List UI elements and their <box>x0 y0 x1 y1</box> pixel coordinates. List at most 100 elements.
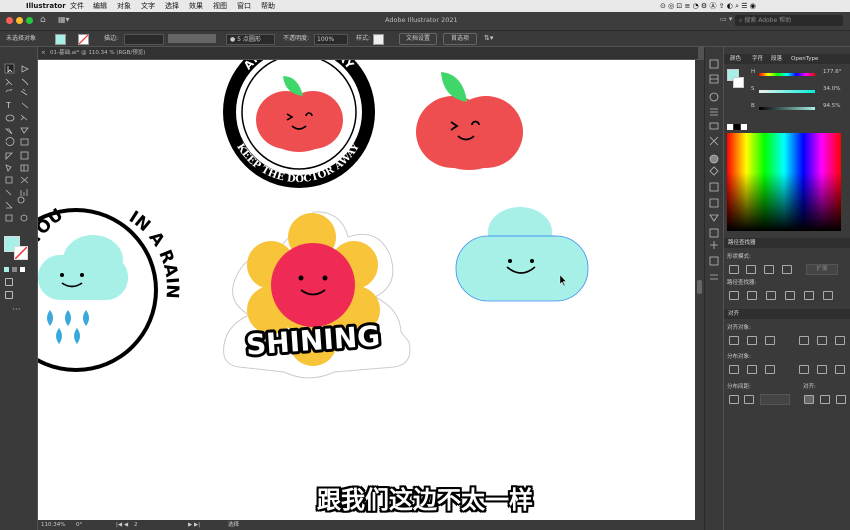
b-value[interactable]: 94.5% <box>823 103 840 109</box>
b-slider[interactable] <box>759 107 815 110</box>
none-swatch[interactable] <box>727 124 733 130</box>
apple-illustration[interactable] <box>416 72 523 170</box>
tab-color[interactable]: 颜色 <box>730 54 741 64</box>
document-tab[interactable]: 01-基础.ai* @ 110.34 % (RGB/预览) <box>50 47 145 59</box>
intersect-button[interactable] <box>764 265 774 274</box>
variable-width-profile[interactable] <box>168 34 216 43</box>
document-setup-button[interactable]: 文档设置 <box>399 33 437 45</box>
brush-select[interactable]: ● 5 点圆形 <box>226 34 275 45</box>
tab-character[interactable]: 字符 <box>752 54 763 64</box>
rain-badge[interactable]: SEE YOU IN A RAIN <box>38 205 182 372</box>
zoom-window-icon[interactable] <box>26 17 33 24</box>
distribute-right-button[interactable] <box>835 365 845 374</box>
align-hcenter-button[interactable] <box>747 336 757 345</box>
preferences-button[interactable]: 首选项 <box>443 33 477 45</box>
menu-view[interactable]: 视图 <box>213 0 227 12</box>
rotation-value[interactable]: 0° <box>76 520 82 530</box>
menu-effect[interactable]: 效果 <box>189 0 203 12</box>
minus-front-button[interactable] <box>746 265 756 274</box>
outline-button[interactable] <box>804 291 814 300</box>
menu-file[interactable]: 文件 <box>70 0 84 12</box>
control-bar: 未选择对象 描边: ● 5 点圆形 不透明度: 100% 样式: 文档设置 首选… <box>0 31 850 46</box>
align-top-button[interactable] <box>799 336 809 345</box>
close-tab-icon[interactable]: × <box>41 47 46 59</box>
minimize-window-icon[interactable] <box>16 17 23 24</box>
arrange-icon[interactable]: ⇅▾ <box>484 31 493 46</box>
color-stroke-swatch[interactable] <box>733 77 744 88</box>
screen-mode-icon[interactable] <box>5 291 13 299</box>
divide-button[interactable] <box>729 291 739 300</box>
align-left-button[interactable] <box>729 336 739 345</box>
opacity-input[interactable]: 100% <box>314 34 348 45</box>
menu-type[interactable]: 文字 <box>141 0 155 12</box>
stroke-color-box[interactable] <box>14 246 28 260</box>
zoom-level[interactable]: 110.34% <box>41 520 65 530</box>
s-slider[interactable] <box>759 90 815 93</box>
align-vcenter-button[interactable] <box>817 336 827 345</box>
style-swatch[interactable] <box>373 34 384 45</box>
distribute-hcenter-button[interactable] <box>817 365 827 374</box>
menu-app[interactable]: Illustrator <box>26 0 66 12</box>
pathfinder-title[interactable]: 路径查找器 <box>728 238 756 248</box>
tools-icons: T <box>4 63 29 222</box>
close-window-icon[interactable] <box>6 17 13 24</box>
apple-badge[interactable]: AN APPLE A DAY KEEP THE DOCTOR AWAY <box>223 60 375 188</box>
status-bar: 110.34% 0° |◀ ◀ 2 ▶ ▶| 选择 <box>38 520 704 530</box>
none-mode-icon[interactable] <box>20 267 25 272</box>
artboard-nav-next-icon[interactable]: ▶ ▶| <box>188 520 200 530</box>
minus-back-button[interactable] <box>823 291 833 300</box>
expand-button[interactable]: 扩展 <box>806 264 838 275</box>
stroke-swatch[interactable] <box>78 34 89 45</box>
cloud-illustration[interactable] <box>455 207 589 302</box>
more-tools-icon[interactable]: ··· <box>12 305 21 315</box>
color-mode-icon[interactable] <box>4 267 9 272</box>
workspace-icon[interactable]: ▦▾ <box>58 15 70 24</box>
shining-sticker[interactable]: SHINING SHINING <box>223 211 411 379</box>
white-swatch[interactable] <box>741 124 747 130</box>
align-right-button[interactable] <box>765 336 775 345</box>
tab-paragraph[interactable]: 段落 <box>771 54 782 64</box>
align-to-artboard-button[interactable] <box>836 395 846 404</box>
s-value[interactable]: 34.0% <box>823 86 840 92</box>
color-spectrum[interactable] <box>727 133 841 231</box>
crop-button[interactable] <box>785 291 795 300</box>
align-bottom-button[interactable] <box>835 336 845 345</box>
horizontal-spacing-button[interactable] <box>744 395 754 404</box>
vertical-spacing-button[interactable] <box>729 395 739 404</box>
tab-opentype[interactable]: OpenType <box>791 54 818 64</box>
stroke-weight-input[interactable] <box>124 34 164 45</box>
menu-help[interactable]: 帮助 <box>261 0 275 12</box>
unite-button[interactable] <box>729 265 739 274</box>
align-objects-label: 对齐对象: <box>727 325 751 331</box>
menu-select[interactable]: 选择 <box>165 0 179 12</box>
menu-object[interactable]: 对象 <box>117 0 131 12</box>
fill-swatch[interactable] <box>55 34 66 45</box>
merge-button[interactable] <box>766 291 776 300</box>
align-to-key-object-button[interactable] <box>820 395 830 404</box>
distribute-objects-label: 分布对象: <box>727 354 751 360</box>
align-title[interactable]: 对齐 <box>728 309 739 319</box>
h-slider[interactable] <box>759 73 815 76</box>
black-swatch[interactable] <box>734 124 740 130</box>
home-icon[interactable]: ⌂ <box>40 15 46 25</box>
panel-layout-icon[interactable]: ▭ ▾ <box>720 15 732 23</box>
menu-edit[interactable]: 编辑 <box>93 0 107 12</box>
artboard-number[interactable]: 2 <box>134 520 138 530</box>
distribute-left-button[interactable] <box>799 365 809 374</box>
scroll-thumb[interactable] <box>697 280 702 294</box>
spacing-input[interactable] <box>760 394 790 405</box>
artboard-canvas[interactable]: AN APPLE A DAY KEEP THE DOCTOR AWAY <box>38 60 695 520</box>
distribute-bottom-button[interactable] <box>765 365 775 374</box>
trim-button[interactable] <box>747 291 757 300</box>
exclude-button[interactable] <box>782 265 792 274</box>
draw-mode-icon[interactable] <box>5 278 13 286</box>
vertical-scrollbar[interactable] <box>695 60 704 520</box>
help-search-input[interactable]: ⌕ 搜索 Adobe 帮助 <box>735 15 843 26</box>
menu-window[interactable]: 窗口 <box>237 0 251 12</box>
distribute-vcenter-button[interactable] <box>747 365 757 374</box>
gradient-mode-icon[interactable] <box>12 267 17 272</box>
h-value[interactable]: 177.6° <box>823 69 842 75</box>
align-to-selection-button[interactable] <box>804 395 814 404</box>
distribute-top-button[interactable] <box>729 365 739 374</box>
artboard-nav-icon[interactable]: |◀ ◀ <box>116 520 128 530</box>
